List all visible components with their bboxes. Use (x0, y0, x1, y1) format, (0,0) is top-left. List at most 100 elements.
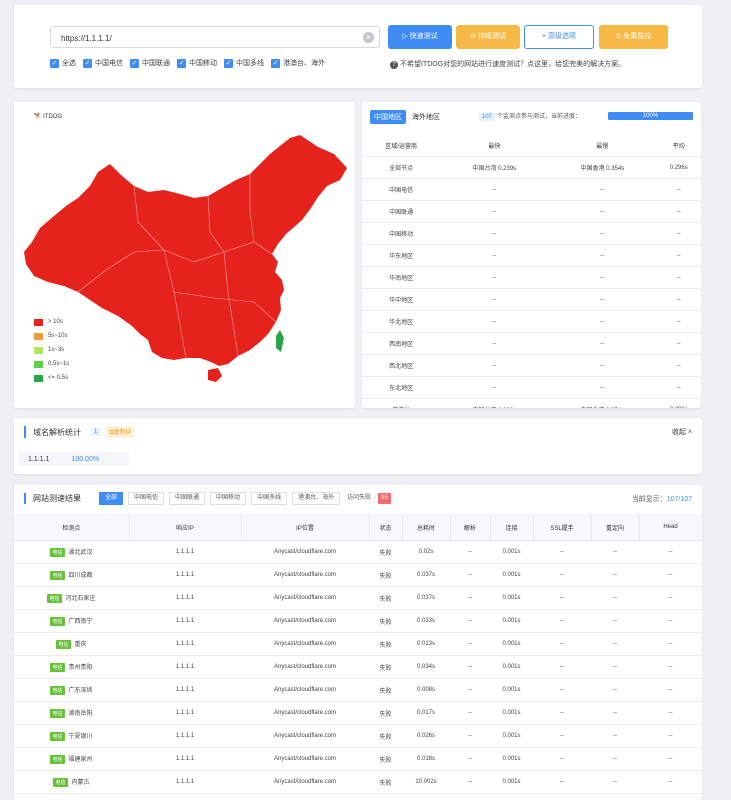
stats-cell: -- (548, 332, 657, 355)
check-icon[interactable]: ✓ (50, 58, 59, 68)
continuous-test-button[interactable]: ⊙ 持续测试 (456, 25, 520, 49)
stats-cell: -- (548, 178, 657, 201)
node-location: 河北石家庄 (65, 596, 96, 602)
result-cell: 1.1.1.1 (129, 563, 241, 587)
hainan-region[interactable] (208, 368, 222, 382)
filter-overseas[interactable]: 港澳台、海外 (292, 492, 341, 505)
filter-multiline[interactable]: 中国多线 (251, 492, 288, 505)
result-cell: 1.1.1.1 (129, 586, 241, 610)
results-header-cell[interactable]: Head (639, 514, 702, 541)
checkbox-mobile[interactable]: ✓ 中国移动 (177, 58, 217, 68)
result-cell: 0.026s (402, 724, 450, 748)
result-cell: -- (639, 747, 702, 771)
results-header-cell[interactable]: SSL握手 (533, 514, 592, 541)
checkbox-select-all[interactable]: ✓ 全选 (50, 58, 76, 68)
filter-failed[interactable]: 访问失败 (345, 493, 373, 504)
result-cell: -- (639, 563, 702, 587)
result-cell: -- (639, 724, 702, 748)
results-header-cell[interactable]: 重定向 (591, 514, 640, 541)
table-row: 电信 贵州贵阳 1.1.1.1 Anycast/cloudflare.com 失败 0.0… (14, 655, 702, 679)
opt-out-tip-link[interactable]: ? 不希望ITDOG对您的网站进行速度测试？点这里，给您完美的解决方案。 (390, 59, 625, 69)
taiwan-region[interactable] (276, 330, 284, 352)
node-location: 四川成都 (68, 573, 93, 579)
check-icon[interactable]: ✓ (177, 58, 186, 68)
clear-icon[interactable]: × (363, 32, 374, 43)
checkbox-unicom[interactable]: ✓ 中国联通 (130, 58, 170, 68)
stats-row: 华北地区 -- -- -- (362, 310, 701, 333)
results-header-cell[interactable]: 连接 (490, 514, 534, 541)
result-cell: 0.034s (402, 655, 450, 679)
result-cell: 失败 (369, 586, 402, 610)
result-cell: 1.1.1.1 (129, 678, 241, 702)
node-location: 宁夏银川 (68, 734, 93, 740)
tab-overseas[interactable]: 海外地区 (406, 110, 446, 124)
result-cell: -- (450, 678, 490, 702)
check-icon[interactable]: ✓ (224, 58, 233, 68)
check-icon[interactable]: ✓ (83, 58, 92, 68)
section-title: 域名解析统计 1 ⧉复制IP (24, 426, 135, 438)
filter-mobile[interactable]: 中国移动 (210, 492, 247, 505)
stats-cell: 华南地区 (362, 266, 441, 289)
result-cell: -- (450, 609, 490, 633)
dns-stats-panel: 域名解析统计 1 ⧉复制IP 收起 ˄ 1.1.1.1 100.00% (14, 418, 702, 474)
results-header-cell[interactable]: 响应IP (129, 514, 242, 541)
stats-cell: -- (440, 244, 549, 267)
results-header-cell[interactable]: IP位置 (241, 514, 370, 541)
legend-item: > 10s (34, 315, 69, 329)
url-input[interactable]: https://1.1.1.1/ × (50, 26, 380, 48)
stats-cell: -- (548, 310, 657, 333)
section-title: 网站测速结果 (24, 493, 81, 504)
isp-badge: 电信 (53, 778, 68, 787)
legend-swatch (34, 332, 43, 340)
results-header-cell[interactable]: 状态 (369, 514, 403, 541)
check-icon[interactable]: ✓ (130, 58, 139, 68)
stats-cell: -- (656, 354, 701, 377)
stats-cell: -- (656, 244, 701, 267)
url-input-value[interactable]: https://1.1.1.1/ (61, 34, 112, 43)
result-cell: -- (591, 586, 639, 610)
checkbox-multiline[interactable]: ✓ 中国多线 (224, 58, 264, 68)
stats-cell: 中国台湾 0.239s (440, 398, 549, 408)
quick-test-button[interactable]: ▷ 快速测试 (388, 25, 452, 49)
stats-cell: -- (656, 332, 701, 355)
stats-cell: 西北地区 (362, 354, 441, 377)
stats-cell: -- (656, 178, 701, 201)
copy-ip-button[interactable]: ⧉复制IP (106, 426, 135, 438)
node-location: 重庆 (74, 642, 87, 648)
result-cell: -- (591, 770, 639, 794)
result-cell: 0.037s (402, 563, 450, 587)
checkbox-telecom[interactable]: ✓ 中国电信 (83, 58, 123, 68)
filter-unicom[interactable]: 中国联通 (169, 492, 206, 505)
results-header-cell[interactable]: 总耗时 (402, 514, 451, 541)
advanced-options-button[interactable]: × 高级选项 (524, 25, 594, 49)
check-icon[interactable]: ✓ (271, 58, 280, 68)
stats-row: 中国联通 -- -- -- (362, 200, 701, 223)
node-cell: 电信 宁夏银川 (14, 724, 129, 748)
result-cell: -- (591, 563, 639, 587)
filter-telecom[interactable]: 中国电信 (128, 492, 165, 505)
stats-cell: 中国香港 0.354s (548, 156, 657, 179)
filter-all[interactable]: 全部 (99, 492, 124, 505)
china-mainland-region[interactable] (24, 135, 347, 366)
result-cell: 0.017s (402, 701, 450, 725)
dns-ip-row: 1.1.1.1 100.00% (19, 452, 129, 466)
result-cell: Anycast/cloudflare.com (241, 724, 369, 748)
results-header-cell[interactable]: 解析 (450, 514, 491, 541)
tab-china[interactable]: 中国地区 (370, 110, 406, 124)
result-cell: -- (450, 770, 490, 794)
collapse-button[interactable]: 收起 ˄ (672, 427, 692, 437)
node-location: 内蒙古 (71, 780, 90, 786)
result-cell: Anycast/cloudflare.com (241, 632, 369, 656)
result-cell: -- (591, 747, 639, 771)
result-cell: -- (639, 609, 702, 633)
isp-badge: 电信 (50, 709, 65, 718)
free-monitor-button[interactable]: ⊙ 免费监控 (599, 25, 668, 49)
stats-row: 华南地区 -- -- -- (362, 266, 701, 289)
checkbox-overseas[interactable]: ✓ 港澳台、海外 (271, 58, 325, 68)
stats-cell: -- (656, 222, 701, 245)
result-cell: 失败 (369, 632, 402, 656)
results-header-cell[interactable]: 检测点 (14, 514, 130, 541)
result-cell: -- (591, 609, 639, 633)
legend-swatch (34, 360, 43, 368)
result-cell: 失败 (369, 563, 402, 587)
